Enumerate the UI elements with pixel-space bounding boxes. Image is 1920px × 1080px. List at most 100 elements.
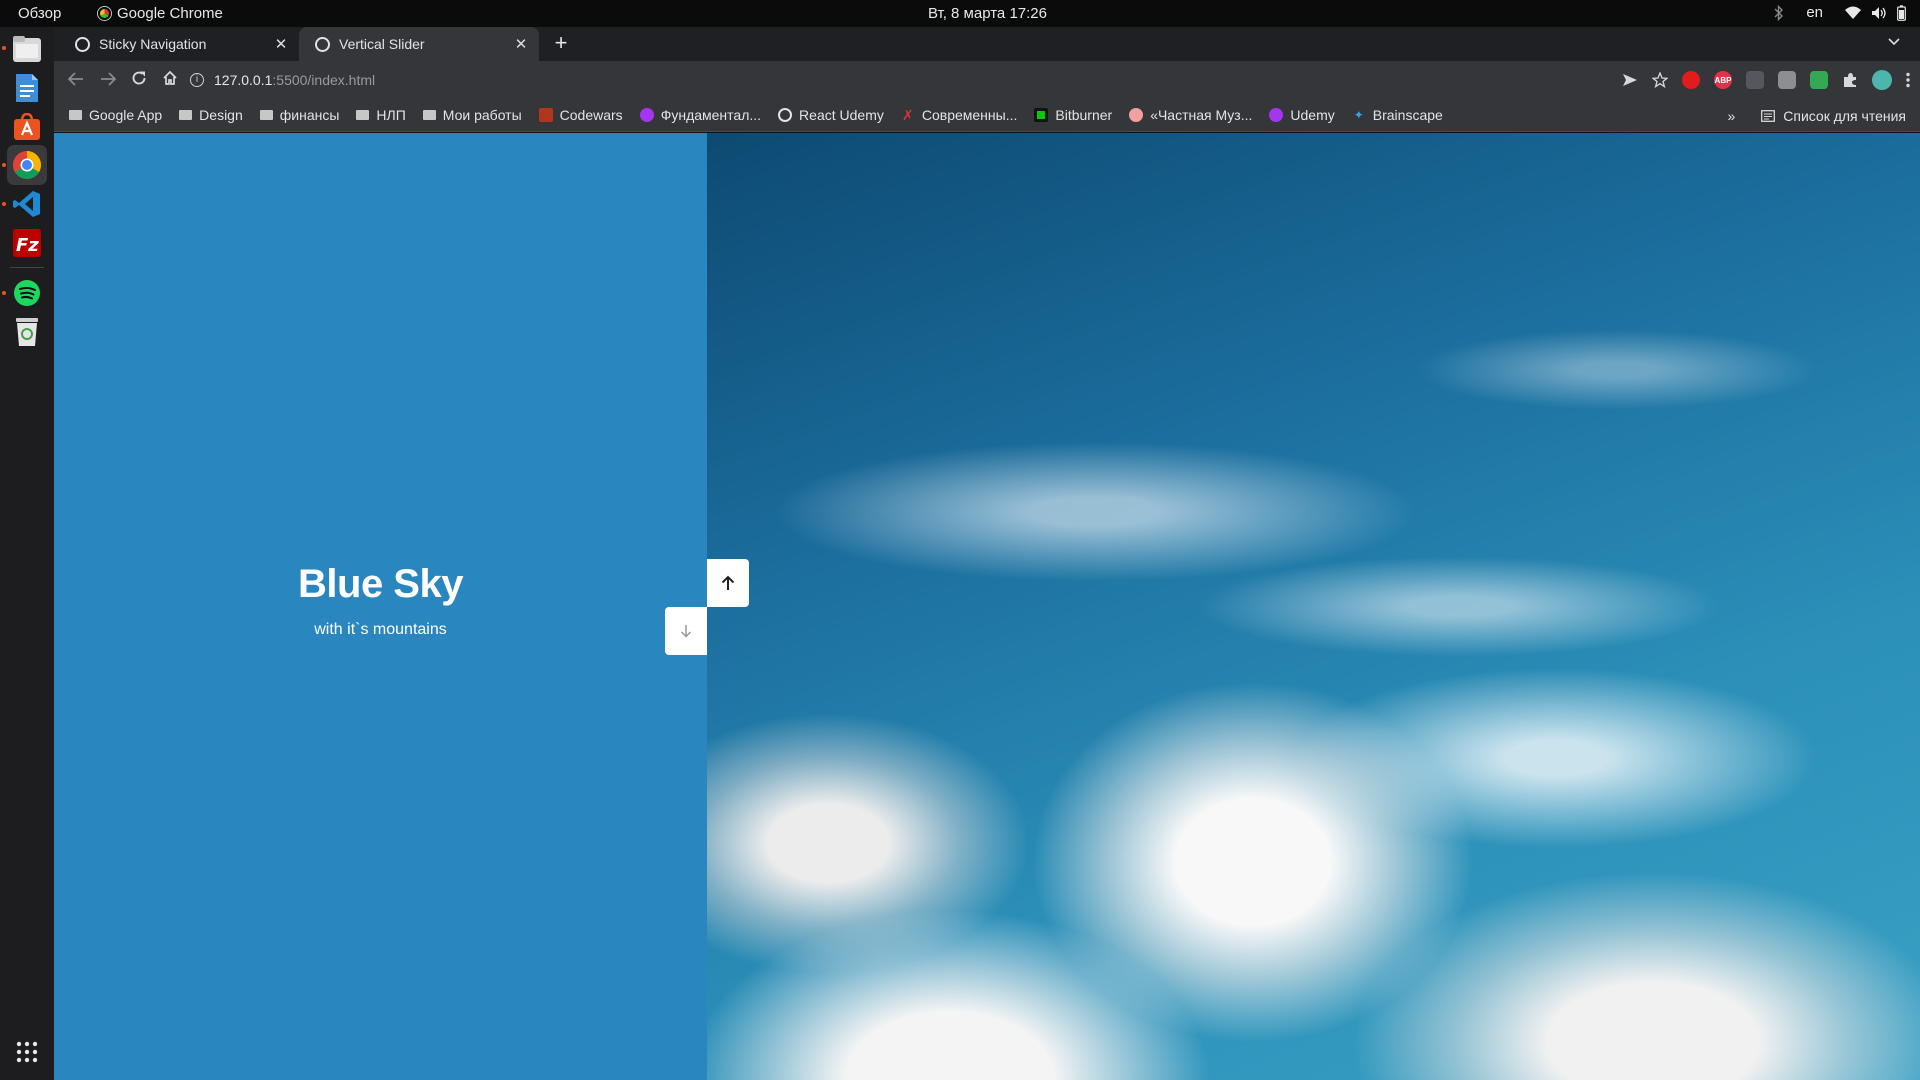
reading-list-icon [1761, 109, 1776, 122]
battery-icon [1897, 4, 1906, 21]
bookmark-label: React Udemy [799, 107, 884, 123]
slide-subtitle: with it`s mountains [314, 621, 447, 638]
bookmark-fundamentals[interactable]: Фундаментал... [639, 107, 762, 123]
bookmark-label: Фундаментал... [660, 107, 762, 123]
toolbar-actions: ABP [1622, 70, 1910, 90]
adblock-icon[interactable]: ABP [1714, 71, 1732, 89]
url-host: 127.0.0.1 [214, 72, 273, 88]
sky-image [707, 133, 1920, 1080]
bookmark-brainscape[interactable]: ✦ Brainscape [1352, 107, 1443, 123]
new-tab-button[interactable]: + [549, 32, 573, 56]
tab-title: Vertical Slider [339, 36, 425, 52]
chrome-window: Sticky Navigation ✕ Vertical Slider ✕ + … [54, 27, 1920, 132]
extension-shield-icon[interactable] [1682, 71, 1700, 89]
activities-button[interactable]: Обзор [18, 5, 61, 22]
dock: Fz [0, 27, 54, 1080]
brainscape-icon: ✦ [1353, 108, 1364, 122]
bookmark-label: Udemy [1290, 107, 1335, 123]
running-indicator [2, 291, 6, 295]
spotify-icon[interactable] [7, 273, 47, 313]
running-indicator [2, 46, 6, 50]
back-button[interactable] [64, 68, 88, 92]
bookmark-google-app[interactable]: Google App [69, 107, 162, 123]
left-slide: Blue Sky with it`s mountains [54, 133, 707, 1080]
wifi-icon [1845, 6, 1861, 19]
bookmark-codewars[interactable]: Codewars [538, 107, 623, 123]
volume-icon [1872, 6, 1886, 19]
vscode-icon[interactable] [7, 184, 47, 224]
bookmark-label: Brainscape [1372, 107, 1443, 123]
bookmark-nlp[interactable]: НЛП [356, 107, 406, 123]
writer-icon[interactable] [7, 68, 47, 108]
bookmark-design[interactable]: Design [179, 107, 243, 123]
bookmark-finances[interactable]: финансы [259, 107, 339, 123]
slide-down-button[interactable] [665, 607, 707, 655]
svg-text:Fz: Fz [16, 235, 39, 256]
arrow-up-icon [721, 575, 735, 590]
dock-separator [10, 267, 44, 268]
bluetooth-icon [1774, 4, 1784, 21]
send-to-device-icon[interactable] [1622, 73, 1638, 87]
home-button[interactable] [158, 68, 182, 92]
slide-up-button[interactable] [707, 559, 749, 607]
app-menu[interactable]: Google Chrome [98, 5, 223, 22]
bookmark-label: Google App [89, 107, 163, 123]
bookmark-my-works[interactable]: Мои работы [422, 107, 522, 123]
bookmarks-overflow-button[interactable]: » [1727, 108, 1735, 124]
bookmark-label: Мои работы [442, 107, 522, 123]
globe-icon [315, 36, 330, 52]
bookmark-udemy[interactable]: Udemy [1269, 107, 1335, 123]
tab-strip: Sticky Navigation ✕ Vertical Slider ✕ + [54, 27, 1920, 61]
site-info-icon[interactable]: i [190, 73, 204, 87]
globe-icon [75, 36, 90, 52]
tab-title: Sticky Navigation [99, 36, 207, 52]
reload-button[interactable] [127, 68, 151, 92]
bookmark-label: Bitburner [1055, 107, 1113, 123]
filezilla-icon[interactable]: Fz [7, 223, 47, 263]
url-path: :5500/index.html [272, 72, 376, 88]
trash-icon[interactable] [7, 312, 47, 352]
app-name: Google Chrome [117, 5, 223, 22]
arrow-down-icon [680, 625, 692, 638]
tab-vertical-slider[interactable]: Vertical Slider ✕ [299, 27, 539, 61]
bookmark-modern[interactable]: ✗ Современны... [901, 107, 1018, 123]
codewars-icon [538, 108, 553, 122]
clock[interactable]: Вт, 8 марта 17:26 [928, 5, 1047, 22]
profile-avatar-icon[interactable] [1872, 70, 1892, 90]
browser-toolbar: i 127.0.0.1:5500/index.html ABP [54, 61, 1920, 99]
extension-chat-icon[interactable] [1746, 71, 1764, 89]
bookmark-react-udemy[interactable]: React Udemy [778, 107, 884, 123]
chrome-icon[interactable] [7, 145, 47, 185]
bookmark-bitburner[interactable]: Bitburner [1034, 107, 1112, 123]
system-top-bar: Обзор Google Chrome Вт, 8 марта 17:26 en [0, 0, 1920, 27]
music-school-icon [1129, 108, 1144, 122]
bitburner-icon [1034, 108, 1049, 122]
bookmark-label: Современны... [921, 107, 1018, 123]
keyboard-layout[interactable]: en [1806, 4, 1823, 21]
close-tab-icon[interactable]: ✕ [273, 35, 289, 53]
tab-search-chevron-icon[interactable] [1888, 33, 1900, 49]
folder-icon [259, 110, 273, 120]
js-icon: ✗ [901, 107, 914, 123]
extension-page-icon[interactable] [1778, 71, 1796, 89]
app-grid-icon[interactable] [7, 1032, 47, 1072]
files-icon[interactable] [7, 29, 47, 69]
reading-list-button[interactable]: Список для чтения [1761, 108, 1906, 124]
tab-sticky-navigation[interactable]: Sticky Navigation ✕ [59, 27, 299, 61]
software-icon[interactable] [7, 107, 47, 147]
chrome-menu-icon[interactable] [1906, 72, 1910, 88]
system-tray[interactable]: en [1774, 4, 1906, 21]
close-tab-icon[interactable]: ✕ [513, 35, 529, 53]
chrome-small-icon [98, 7, 111, 20]
bookmark-label: НЛП [376, 107, 406, 123]
running-indicator [2, 202, 6, 206]
folder-icon [356, 110, 370, 120]
reading-list-label: Список для чтения [1783, 107, 1906, 124]
bookmark-private-music[interactable]: «Частная Муз... [1129, 107, 1252, 123]
address-bar[interactable]: i 127.0.0.1:5500/index.html [190, 61, 1630, 99]
extension-green-icon[interactable] [1810, 71, 1828, 89]
extensions-puzzle-icon[interactable] [1842, 72, 1858, 88]
forward-button[interactable] [96, 68, 120, 92]
bookmark-star-icon[interactable] [1652, 72, 1668, 88]
folder-icon [69, 110, 82, 120]
